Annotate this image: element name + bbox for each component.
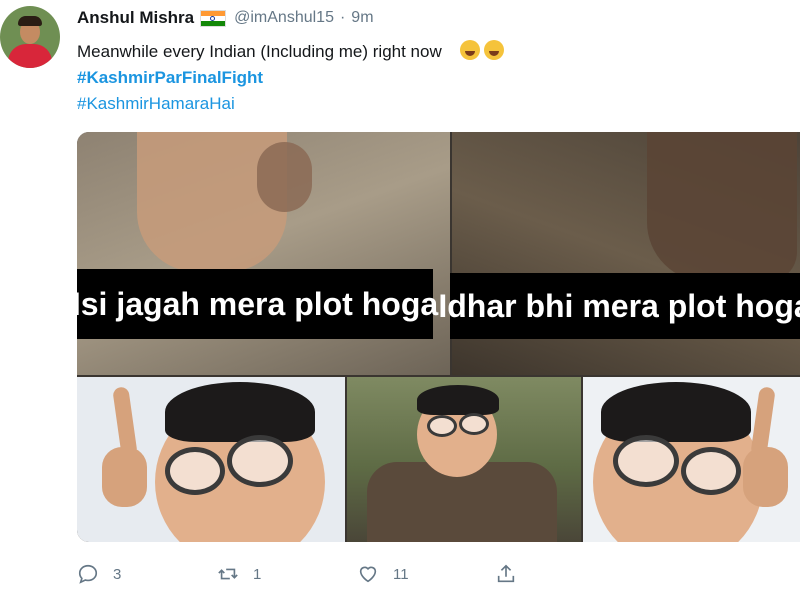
glasses-lens <box>165 447 225 495</box>
avatar-hair <box>18 16 42 26</box>
glasses-lens <box>681 447 741 495</box>
meme-panel-bottom-right <box>583 377 800 542</box>
hashtag-link[interactable]: #KashmirHamaraHai <box>77 94 235 113</box>
retweet-button[interactable]: 1 <box>217 563 261 585</box>
heart-icon <box>359 566 377 583</box>
person-figure <box>647 132 797 282</box>
like-button[interactable]: 11 <box>357 563 409 585</box>
glasses-lens <box>459 413 489 435</box>
tweet-header: Anshul Mishra @imAnshul15 · 9m <box>77 7 374 29</box>
glasses-lens <box>227 435 293 487</box>
author-name[interactable]: Anshul Mishra <box>77 8 194 28</box>
separator-dot: · <box>339 9 346 26</box>
author-handle[interactable]: @imAnshul15 <box>234 9 334 27</box>
tears-of-joy-emoji-icon <box>484 40 505 60</box>
share-icon <box>497 564 515 583</box>
tears-of-joy-emoji-icon <box>460 40 481 60</box>
kid-hair <box>601 382 751 442</box>
avatar[interactable] <box>0 6 60 68</box>
tweet-text: Meanwhile every Indian (Including me) ri… <box>77 42 442 61</box>
reply-button[interactable]: 3 <box>77 563 121 585</box>
reply-count: 3 <box>113 565 122 583</box>
tweet-actions: 3 1 11 <box>77 563 537 591</box>
avatar-shirt <box>8 44 52 68</box>
hashtag-link[interactable]: #KashmirParFinalFight <box>77 68 263 87</box>
tweet-media[interactable]: Isi jagah mera plot hoga Idhar bhi mera … <box>77 132 800 542</box>
retweet-icon <box>218 568 238 580</box>
glasses-lens <box>427 415 457 437</box>
person-arm <box>257 142 312 212</box>
meme-panel-bottom-left <box>77 377 345 542</box>
meme-caption: Idhar bhi mera plot hoga <box>438 273 800 339</box>
tweet-body: Meanwhile every Indian (Including me) ri… <box>77 39 505 117</box>
share-button[interactable] <box>495 563 531 585</box>
india-flag-icon <box>200 9 227 27</box>
hand <box>743 447 788 507</box>
tweet-timestamp[interactable]: 9m <box>351 9 373 27</box>
kid-hair <box>165 382 315 442</box>
retweet-count: 1 <box>253 565 262 583</box>
meme-panel-bottom-center <box>347 377 581 542</box>
kid-hair <box>417 385 499 415</box>
hand <box>102 447 147 507</box>
like-count: 11 <box>393 565 409 583</box>
reply-icon <box>78 564 98 584</box>
glasses-lens <box>613 435 679 487</box>
meme-caption: Isi jagah mera plot hoga <box>77 269 438 339</box>
